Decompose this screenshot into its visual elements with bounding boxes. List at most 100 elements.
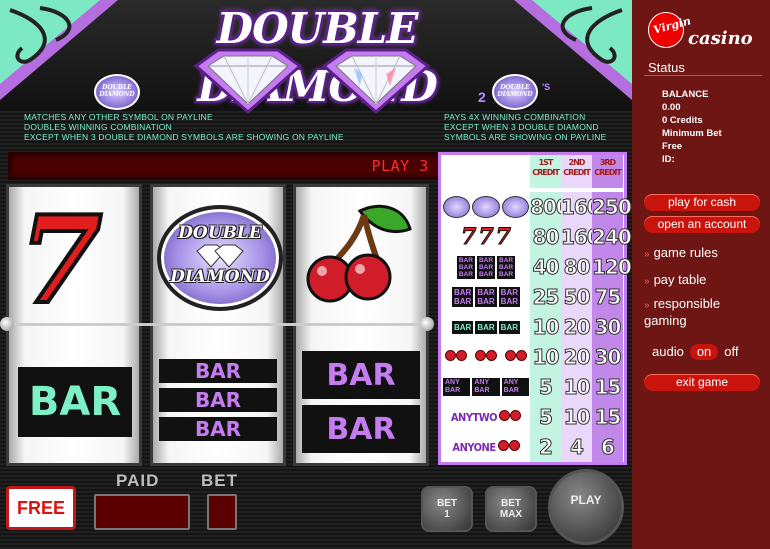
- open-account-button[interactable]: open an account: [644, 216, 760, 233]
- double-diamond-logo-icon: [443, 196, 471, 218]
- single-bar-symbol: BAR: [498, 320, 521, 334]
- paytable-row: BAR BAR BAR BAR BAR BAR BAR BAR BAR 40 80 120: [441, 252, 632, 282]
- symbol-combo: BAR BAR BAR BAR BAR BAR BAR BAR BAR: [443, 254, 529, 280]
- payout-value: 15: [592, 372, 623, 402]
- payout-value: 50: [561, 282, 592, 312]
- wild-rules-right: PAYS 4X WINNING COMBINATION EXCEPT WHEN …: [444, 112, 607, 142]
- diamond-icon: [196, 244, 244, 268]
- column-header: 3RD CREDIT: [592, 155, 623, 188]
- payout-value: 160: [561, 222, 601, 252]
- account-panel: Virgin casino Status BALANCE 0.00 0 Cred…: [632, 0, 770, 549]
- rule-line: EXCEPT WHEN 3 DOUBLE DIAMOND SYMBOLS ARE…: [24, 132, 344, 142]
- seven-symbol: 7: [478, 224, 494, 251]
- logo-word: DOUBLE: [500, 84, 530, 91]
- status-title: Status: [648, 60, 685, 75]
- payout-value: 20: [561, 312, 592, 342]
- triple-bar-symbol: BAR: [159, 359, 277, 383]
- double-bar-symbol: BAR: [302, 351, 420, 399]
- cherry-icon: [497, 438, 520, 456]
- payout-value: 240: [592, 222, 632, 252]
- game-rules-link[interactable]: » game rules: [644, 245, 718, 262]
- double-bar-symbol: BAR BAR: [451, 287, 474, 307]
- plural-mark: 'S: [542, 82, 551, 92]
- play-for-cash-button[interactable]: play for cash: [644, 194, 760, 211]
- double-bar-symbol: BAR: [302, 405, 420, 453]
- bar-text: BAR: [499, 263, 514, 271]
- credits-value: 0 Credits: [662, 115, 703, 126]
- paid-label: PAID: [116, 471, 160, 490]
- play-button[interactable]: PLAY: [548, 469, 624, 545]
- audio-toggle: audio on off: [652, 344, 739, 360]
- logo-word: DIAMOND: [170, 267, 270, 287]
- audio-on-button[interactable]: on: [689, 344, 719, 360]
- cherry-icon: [505, 348, 527, 366]
- button-label: MAX: [499, 509, 523, 520]
- symbol-combo: 7 7 7: [443, 224, 529, 251]
- bet-one-button[interactable]: BET 1: [421, 486, 473, 532]
- button-label: 1: [444, 509, 450, 520]
- paytable-header-row: 1ST CREDIT 2ND CREDIT 3RD CREDIT: [441, 155, 624, 188]
- bar-text: BAR: [478, 263, 494, 271]
- audio-label: audio: [652, 344, 684, 359]
- payout-value: 75: [592, 282, 623, 312]
- payout-value: 10: [561, 372, 592, 402]
- column-header: 2ND CREDIT: [561, 155, 592, 188]
- bar-text: BAR: [458, 270, 473, 278]
- logo-word: DOUBLE: [178, 223, 262, 243]
- payout-value: 2: [530, 432, 561, 462]
- bar-text: BAR: [453, 288, 472, 297]
- symbol-combo: BAR BAR BAR: [443, 314, 529, 340]
- symbol-combo: ANY BAR ANY BAR ANY BAR: [443, 374, 529, 400]
- payout-value: 80: [561, 252, 592, 282]
- bar-text: BAR: [453, 297, 472, 306]
- symbol-combo: [443, 344, 529, 370]
- exit-game-button[interactable]: exit game: [644, 374, 760, 391]
- rule-line: SYMBOLS ARE SHOWING ON PAYLINE: [444, 132, 607, 142]
- logo-word: DIAMOND: [99, 91, 135, 98]
- link-label: pay table: [653, 272, 707, 287]
- any-bar-symbol: ANY BAR: [472, 378, 500, 396]
- balance-value: 0.00: [662, 102, 681, 113]
- payout-value: 30: [592, 312, 623, 342]
- double-diamond-logo-icon: [501, 196, 529, 218]
- bar-text: BAR: [500, 288, 519, 297]
- bet-max-button[interactable]: BET MAX: [485, 486, 537, 532]
- paytable-row: BAR BAR BAR 10 20 30: [441, 312, 624, 342]
- symbol-combo: ANYTWO: [443, 404, 529, 430]
- bar-text: BAR: [478, 270, 494, 278]
- bar-text: BAR: [477, 297, 495, 306]
- paytable-row: BAR BAR BAR BAR BAR BAR 25 50 75: [441, 282, 624, 312]
- diamond-icon: [193, 48, 303, 115]
- payout-value: 40: [530, 252, 561, 282]
- virgin-casino-logo: Virgin casino: [648, 12, 768, 56]
- seven-symbol: 7: [17, 190, 104, 331]
- virgin-logo-icon: Virgin: [648, 12, 692, 48]
- rule-line: EXCEPT WHEN 3 DOUBLE DIAMOND: [444, 122, 599, 132]
- triple-bar-symbol: BAR BAR BAR: [476, 255, 496, 279]
- payout-value: 800: [530, 192, 570, 222]
- audio-off-button[interactable]: off: [724, 344, 738, 359]
- rule-line: DOUBLES WINNING COMBINATION: [24, 122, 172, 132]
- bar-text: BAR: [478, 256, 494, 264]
- symbol-combo: [443, 194, 529, 220]
- cherry-icon: [475, 348, 497, 366]
- diamond-icon: [321, 48, 431, 115]
- responsible-gaming-link[interactable]: » responsible gaming: [644, 296, 754, 328]
- triple-bar-symbol: BAR BAR BAR: [497, 255, 516, 279]
- payout-value: 5: [530, 402, 561, 432]
- payout-value: 6: [592, 432, 623, 462]
- free-play-button[interactable]: FREE: [6, 486, 76, 530]
- payout-value: 10: [530, 312, 561, 342]
- triple-bar-symbol: BAR: [159, 417, 277, 441]
- column-header: 1ST CREDIT: [530, 155, 561, 188]
- bar-text: BAR: [499, 256, 514, 264]
- arrow-right-icon: »: [644, 300, 650, 311]
- paytable-row: ANYONE 2 4 6: [441, 432, 624, 462]
- pay-table-link[interactable]: » pay table: [644, 272, 706, 289]
- any-bar-symbol: ANY BAR: [443, 378, 471, 396]
- bar-text: BAR: [499, 270, 514, 278]
- symbol-combo: ANYONE: [443, 434, 529, 460]
- arrow-right-icon: »: [644, 249, 650, 260]
- game-banner: DOUBLE DIAMOND DOUBLE DIAMOND 2 DOUBLE D…: [0, 0, 632, 115]
- payout-value: 15: [592, 402, 623, 432]
